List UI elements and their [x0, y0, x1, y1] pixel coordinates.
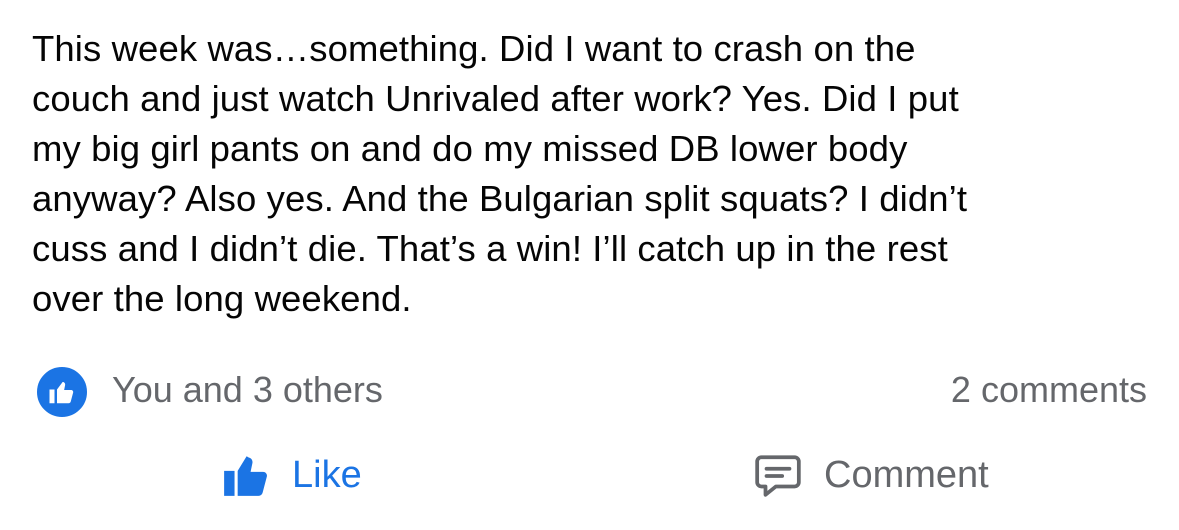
reactions-summary[interactable]: You and 3 others 2 comments: [34, 360, 1147, 420]
thumbs-up-icon: [220, 449, 272, 501]
like-button[interactable]: Like: [220, 440, 362, 510]
post-text: This week was…something. Did I want to c…: [32, 24, 1152, 324]
post-text-line: cuss and I didn’t die. That’s a win! I’l…: [32, 228, 948, 269]
like-button-label: Like: [292, 454, 362, 496]
comment-button[interactable]: Comment: [752, 440, 989, 510]
post-text-line: This week was…something. Did I want to c…: [32, 28, 916, 69]
post-text-line: over the long weekend.: [32, 278, 412, 319]
post-text-line: my big girl pants on and do my missed DB…: [32, 128, 908, 169]
post-text-line: couch and just watch Unrivaled after wor…: [32, 78, 959, 119]
comment-button-label: Comment: [824, 454, 989, 496]
like-reaction-icon: [34, 364, 90, 420]
reactions-count-text[interactable]: You and 3 others: [112, 366, 383, 414]
comments-count-link[interactable]: 2 comments: [951, 366, 1147, 414]
comment-bubble-icon: [752, 449, 804, 501]
post-text-line: anyway? Also yes. And the Bulgarian spli…: [32, 178, 968, 219]
post-action-bar: Like Comment: [0, 440, 1179, 510]
